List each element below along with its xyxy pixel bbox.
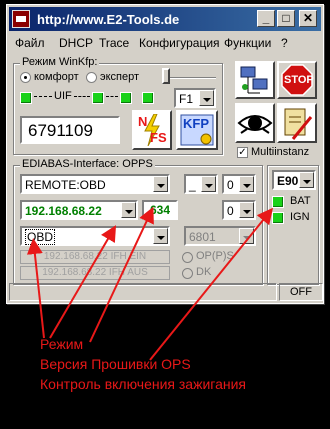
arrow-to-firmware xyxy=(89,206,154,343)
arrow-to-mode xyxy=(26,238,45,339)
annotation-ignition: Контроль включения зажигания xyxy=(40,376,246,392)
arrow-to-ignition xyxy=(149,207,274,361)
annotation-firmware: Версия Прошивки OPS xyxy=(40,356,191,372)
annotation-mode: Режим xyxy=(40,336,84,352)
arrow-to-mode-2 xyxy=(49,225,117,339)
